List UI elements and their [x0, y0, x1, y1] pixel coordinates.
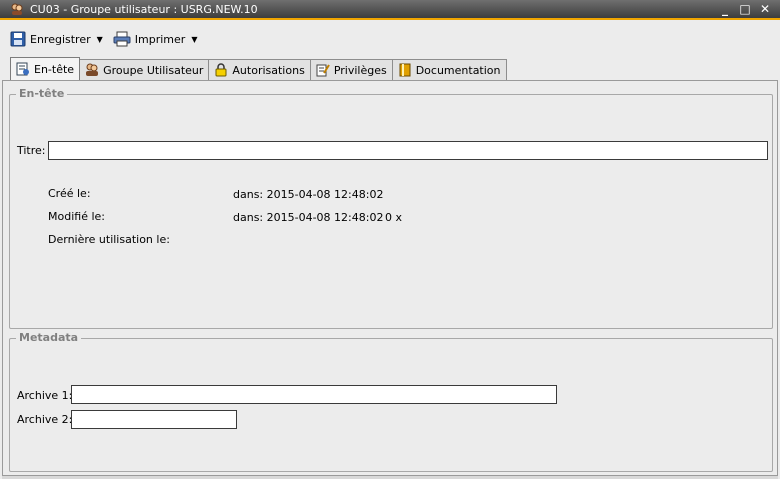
- tab-label: En-tête: [34, 62, 75, 76]
- archive2-input[interactable]: [71, 410, 237, 429]
- tab-label: Privilèges: [333, 63, 387, 77]
- header-groupbox: En-tête Titre: Créé le: dans: 2015-04-08…: [9, 87, 773, 329]
- tab-en-tete[interactable]: En-tête: [10, 57, 81, 80]
- archive2-label: Archive 2:: [17, 413, 73, 426]
- tab-label: Documentation: [415, 63, 501, 77]
- created-value: dans: 2015-04-08 12:48:02: [233, 188, 384, 201]
- close-button[interactable]: ✕: [758, 2, 772, 16]
- archive1-label: Archive 1:: [17, 389, 73, 402]
- tab-label: Groupe Utilisateur: [103, 63, 204, 77]
- header-group-title: En-tête: [16, 87, 68, 100]
- app-users-icon: [11, 3, 23, 15]
- tab-documentation[interactable]: Documentation: [391, 59, 507, 80]
- titre-input[interactable]: [48, 141, 768, 160]
- lock-icon: [215, 63, 227, 77]
- tab-panel-en-tete: En-tête Titre: Créé le: dans: 2015-04-08…: [2, 80, 778, 476]
- print-button-label: Imprimer: [134, 32, 186, 46]
- tab-strip: En-tête Groupe Utilisateur Autorisations…: [10, 57, 507, 80]
- modified-label: Modifié le:: [48, 210, 105, 223]
- floppy-disk-icon: [10, 31, 26, 47]
- privileges-icon: [316, 64, 330, 77]
- book-icon: [399, 63, 411, 77]
- metadata-group-title: Metadata: [16, 331, 82, 344]
- created-label: Créé le:: [48, 187, 91, 200]
- users-icon: [86, 63, 99, 76]
- window-title: CU03 - Groupe utilisateur : USRG.NEW.10: [30, 2, 258, 16]
- save-button-label: Enregistrer: [30, 32, 91, 46]
- toolbar: Enregistrer ▼ Imprimer ▼: [0, 22, 780, 56]
- minimize-button[interactable]: _: [718, 2, 732, 16]
- tab-privileges[interactable]: Privilèges: [309, 59, 393, 80]
- modified-count: 0 x: [385, 211, 403, 224]
- modified-value: dans: 2015-04-08 12:48:02: [233, 211, 384, 224]
- tab-autorisations[interactable]: Autorisations: [208, 59, 311, 80]
- print-dropdown-icon[interactable]: ▼: [191, 35, 197, 44]
- print-button[interactable]: Imprimer ▼: [111, 27, 200, 51]
- save-dropdown-icon[interactable]: ▼: [97, 35, 103, 44]
- archive1-input[interactable]: [71, 385, 557, 404]
- header-doc-icon: [16, 62, 29, 76]
- tab-label: Autorisations: [232, 63, 305, 77]
- maximize-button[interactable]: □: [738, 2, 752, 16]
- tab-groupe-utilisateur[interactable]: Groupe Utilisateur: [79, 59, 210, 80]
- titre-label: Titre:: [17, 144, 46, 157]
- window-titlebar: CU03 - Groupe utilisateur : USRG.NEW.10 …: [0, 0, 780, 20]
- last-used-label: Dernière utilisation le:: [48, 233, 170, 246]
- save-button[interactable]: Enregistrer ▼: [8, 27, 105, 51]
- printer-icon: [113, 31, 131, 47]
- metadata-groupbox: Metadata Archive 1: Archive 2:: [9, 331, 773, 472]
